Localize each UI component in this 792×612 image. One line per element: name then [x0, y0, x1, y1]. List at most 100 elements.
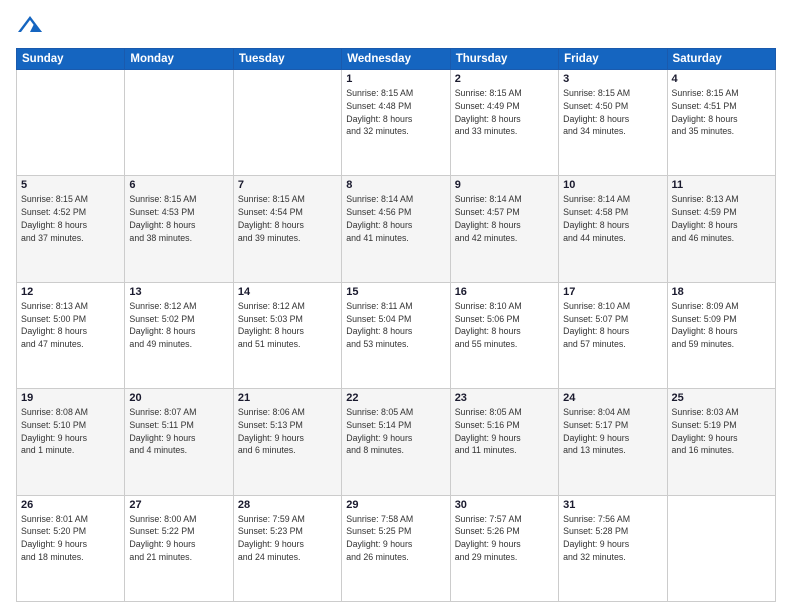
day-info: Sunrise: 8:13 AM Sunset: 5:00 PM Dayligh…: [21, 300, 120, 351]
day-info: Sunrise: 8:15 AM Sunset: 4:50 PM Dayligh…: [563, 87, 662, 138]
day-number: 7: [238, 179, 337, 191]
day-number: 19: [21, 392, 120, 404]
day-info: Sunrise: 8:12 AM Sunset: 5:02 PM Dayligh…: [129, 300, 228, 351]
day-info: Sunrise: 8:14 AM Sunset: 4:57 PM Dayligh…: [455, 193, 554, 244]
day-info: Sunrise: 7:56 AM Sunset: 5:28 PM Dayligh…: [563, 513, 662, 564]
calendar-cell: 14 Sunrise: 8:12 AM Sunset: 5:03 PM Dayli…: [233, 282, 341, 388]
day-info: Sunrise: 8:11 AM Sunset: 5:04 PM Dayligh…: [346, 300, 445, 351]
day-info: Sunrise: 8:12 AM Sunset: 5:03 PM Dayligh…: [238, 300, 337, 351]
calendar-cell: 27 Sunrise: 8:00 AM Sunset: 5:22 PM Dayli…: [125, 495, 233, 601]
day-info: Sunrise: 7:59 AM Sunset: 5:23 PM Dayligh…: [238, 513, 337, 564]
day-number: 29: [346, 499, 445, 511]
day-number: 8: [346, 179, 445, 191]
day-number: 24: [563, 392, 662, 404]
day-info: Sunrise: 8:01 AM Sunset: 5:20 PM Dayligh…: [21, 513, 120, 564]
day-info: Sunrise: 8:13 AM Sunset: 4:59 PM Dayligh…: [672, 193, 771, 244]
calendar-cell: 11 Sunrise: 8:13 AM Sunset: 4:59 PM Dayli…: [667, 176, 775, 282]
calendar-cell: 5 Sunrise: 8:15 AM Sunset: 4:52 PM Daylig…: [17, 176, 125, 282]
day-header-sunday: Sunday: [17, 49, 125, 70]
day-number: 27: [129, 499, 228, 511]
calendar-cell: 23 Sunrise: 8:05 AM Sunset: 5:16 PM Dayli…: [450, 389, 558, 495]
calendar-cell: 7 Sunrise: 8:15 AM Sunset: 4:54 PM Daylig…: [233, 176, 341, 282]
day-number: 26: [21, 499, 120, 511]
calendar-cell: [125, 70, 233, 176]
calendar-cell: 20 Sunrise: 8:07 AM Sunset: 5:11 PM Dayli…: [125, 389, 233, 495]
calendar-cell: 2Sunrise: 8:15 AM Sunset: 4:49 PM Daylig…: [450, 70, 558, 176]
calendar-cell: 17 Sunrise: 8:10 AM Sunset: 5:07 PM Dayli…: [559, 282, 667, 388]
day-number: 10: [563, 179, 662, 191]
day-number: 28: [238, 499, 337, 511]
day-header-wednesday: Wednesday: [342, 49, 450, 70]
day-info: Sunrise: 7:58 AM Sunset: 5:25 PM Dayligh…: [346, 513, 445, 564]
day-number: 2: [455, 73, 554, 85]
calendar-cell: 9 Sunrise: 8:14 AM Sunset: 4:57 PM Daylig…: [450, 176, 558, 282]
calendar-cell: 4 Sunrise: 8:15 AM Sunset: 4:51 PM Daylig…: [667, 70, 775, 176]
day-info: Sunrise: 8:14 AM Sunset: 4:58 PM Dayligh…: [563, 193, 662, 244]
calendar-cell: 28 Sunrise: 7:59 AM Sunset: 5:23 PM Dayli…: [233, 495, 341, 601]
day-info: Sunrise: 8:03 AM Sunset: 5:19 PM Dayligh…: [672, 406, 771, 457]
day-header-saturday: Saturday: [667, 49, 775, 70]
day-info: Sunrise: 8:15 AM Sunset: 4:48 PM Dayligh…: [346, 87, 445, 138]
day-number: 11: [672, 179, 771, 191]
calendar-cell: 13 Sunrise: 8:12 AM Sunset: 5:02 PM Dayli…: [125, 282, 233, 388]
day-info: Sunrise: 8:15 AM Sunset: 4:52 PM Dayligh…: [21, 193, 120, 244]
calendar-cell: 31 Sunrise: 7:56 AM Sunset: 5:28 PM Dayli…: [559, 495, 667, 601]
logo-icon: [16, 12, 44, 40]
calendar-cell: 25 Sunrise: 8:03 AM Sunset: 5:19 PM Dayli…: [667, 389, 775, 495]
calendar-cell: 12 Sunrise: 8:13 AM Sunset: 5:00 PM Dayli…: [17, 282, 125, 388]
calendar-cell: 16 Sunrise: 8:10 AM Sunset: 5:06 PM Dayli…: [450, 282, 558, 388]
day-number: 16: [455, 286, 554, 298]
day-info: Sunrise: 8:07 AM Sunset: 5:11 PM Dayligh…: [129, 406, 228, 457]
day-info: Sunrise: 8:04 AM Sunset: 5:17 PM Dayligh…: [563, 406, 662, 457]
day-number: 31: [563, 499, 662, 511]
calendar-cell: [233, 70, 341, 176]
day-number: 30: [455, 499, 554, 511]
calendar-week-4: 26 Sunrise: 8:01 AM Sunset: 5:20 PM Dayli…: [17, 495, 776, 601]
day-info: Sunrise: 8:15 AM Sunset: 4:54 PM Dayligh…: [238, 193, 337, 244]
day-number: 18: [672, 286, 771, 298]
day-info: Sunrise: 8:06 AM Sunset: 5:13 PM Dayligh…: [238, 406, 337, 457]
day-header-friday: Friday: [559, 49, 667, 70]
day-number: 14: [238, 286, 337, 298]
calendar-cell: 24 Sunrise: 8:04 AM Sunset: 5:17 PM Dayli…: [559, 389, 667, 495]
day-header-monday: Monday: [125, 49, 233, 70]
calendar-cell: 1 Sunrise: 8:15 AM Sunset: 4:48 PM Daylig…: [342, 70, 450, 176]
day-number: 4: [672, 73, 771, 85]
day-info: Sunrise: 8:00 AM Sunset: 5:22 PM Dayligh…: [129, 513, 228, 564]
day-info: Sunrise: 8:05 AM Sunset: 5:16 PM Dayligh…: [455, 406, 554, 457]
day-info: Sunrise: 8:10 AM Sunset: 5:06 PM Dayligh…: [455, 300, 554, 351]
calendar-cell: [17, 70, 125, 176]
day-number: 9: [455, 179, 554, 191]
day-number: 12: [21, 286, 120, 298]
calendar-cell: 8 Sunrise: 8:14 AM Sunset: 4:56 PM Daylig…: [342, 176, 450, 282]
day-number: 22: [346, 392, 445, 404]
page: SundayMondayTuesdayWednesdayThursdayFrid…: [0, 0, 792, 612]
calendar-week-3: 19Sunrise: 8:08 AM Sunset: 5:10 PM Dayli…: [17, 389, 776, 495]
calendar-week-2: 12 Sunrise: 8:13 AM Sunset: 5:00 PM Dayli…: [17, 282, 776, 388]
day-info: Sunrise: 8:10 AM Sunset: 5:07 PM Dayligh…: [563, 300, 662, 351]
calendar-cell: 21Sunrise: 8:06 AM Sunset: 5:13 PM Dayli…: [233, 389, 341, 495]
day-number: 23: [455, 392, 554, 404]
calendar-cell: 18Sunrise: 8:09 AM Sunset: 5:09 PM Dayli…: [667, 282, 775, 388]
day-number: 17: [563, 286, 662, 298]
calendar-week-0: 1 Sunrise: 8:15 AM Sunset: 4:48 PM Daylig…: [17, 70, 776, 176]
header: [16, 12, 776, 40]
day-number: 20: [129, 392, 228, 404]
day-header-tuesday: Tuesday: [233, 49, 341, 70]
calendar-header-row: SundayMondayTuesdayWednesdayThursdayFrid…: [17, 49, 776, 70]
day-info: Sunrise: 8:14 AM Sunset: 4:56 PM Dayligh…: [346, 193, 445, 244]
logo: [16, 12, 48, 40]
calendar-cell: 10 Sunrise: 8:14 AM Sunset: 4:58 PM Dayli…: [559, 176, 667, 282]
day-number: 25: [672, 392, 771, 404]
day-header-thursday: Thursday: [450, 49, 558, 70]
day-number: 3: [563, 73, 662, 85]
day-number: 1: [346, 73, 445, 85]
day-info: Sunrise: 8:15 AM Sunset: 4:51 PM Dayligh…: [672, 87, 771, 138]
calendar-cell: 15Sunrise: 8:11 AM Sunset: 5:04 PM Dayli…: [342, 282, 450, 388]
calendar-cell: 3 Sunrise: 8:15 AM Sunset: 4:50 PM Daylig…: [559, 70, 667, 176]
calendar-cell: 29 Sunrise: 7:58 AM Sunset: 5:25 PM Dayli…: [342, 495, 450, 601]
day-number: 13: [129, 286, 228, 298]
day-number: 5: [21, 179, 120, 191]
calendar-cell: 6Sunrise: 8:15 AM Sunset: 4:53 PM Daylig…: [125, 176, 233, 282]
calendar-cell: 26 Sunrise: 8:01 AM Sunset: 5:20 PM Dayli…: [17, 495, 125, 601]
